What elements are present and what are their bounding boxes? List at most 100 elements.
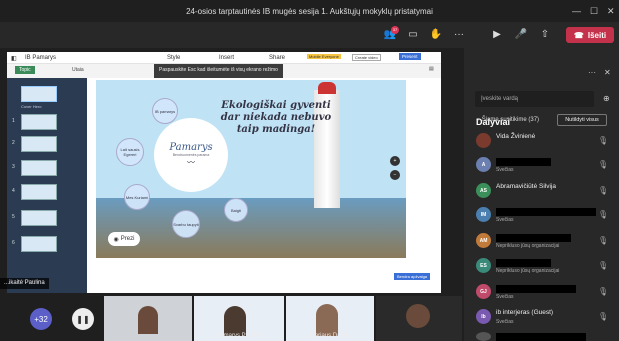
- leave-label: Išeiti: [587, 30, 607, 40]
- fullscreen-banner: Paspauskite Esc kad išeitumėte iš visų e…: [154, 64, 283, 78]
- raise-hand-icon[interactable]: ✋: [429, 29, 443, 41]
- zoom-in-icon[interactable]: +: [390, 156, 400, 166]
- more-icon[interactable]: ···: [588, 68, 596, 77]
- redacted-name: [496, 333, 586, 341]
- overview-button[interactable]: Bendra apžvalga: [394, 273, 431, 280]
- person-silhouette: [138, 306, 158, 334]
- participant-row[interactable]: ES Neprikluso jūsų organizacijai 🎙: [476, 258, 609, 278]
- slide-thumbnails: Cover Hero 1 2 3 4 5 6 Math Settings: [7, 78, 87, 293]
- slide-thumbnail[interactable]: [21, 136, 57, 152]
- share-screen-icon[interactable]: ⇧: [538, 29, 552, 41]
- prezi-icon: ◉: [113, 236, 119, 243]
- yellow-button[interactable]: Mobile Everyone: [307, 54, 341, 59]
- avatar: ES: [476, 258, 491, 273]
- thumb-number: 2: [12, 140, 15, 146]
- present-button[interactable]: Present: [399, 53, 421, 60]
- participants-badge: 37: [391, 26, 399, 34]
- close-icon[interactable]: ✕: [607, 0, 615, 22]
- thumb-number: 3: [12, 164, 15, 170]
- speaker-name-tag: ...ikaitė Paulina: [0, 278, 49, 289]
- slide-thumbnail[interactable]: [21, 160, 57, 176]
- more-participants-button[interactable]: +32: [30, 308, 52, 330]
- tab-style[interactable]: Style: [167, 55, 180, 61]
- participant-row[interactable]: AS Abramavičiūtė Silvija 🎙: [476, 183, 609, 203]
- minimize-icon[interactable]: —: [572, 0, 581, 22]
- mute-all-button[interactable]: Nutildyti visus: [557, 114, 607, 126]
- slide-thumbnail[interactable]: [21, 184, 57, 200]
- mic-off-icon[interactable]: 🎤: [514, 29, 528, 41]
- sub-label: Utaia: [72, 67, 84, 73]
- avatar: A: [476, 157, 491, 172]
- pause-icon[interactable]: ❚❚: [72, 308, 94, 330]
- avatar: GJ: [476, 284, 491, 299]
- mic-off-icon: 🎙: [598, 186, 609, 195]
- chat-icon[interactable]: ▭: [406, 29, 420, 41]
- tab-insert[interactable]: Insert: [219, 55, 234, 61]
- mic-off-icon: 🎙: [598, 210, 609, 219]
- participant-row[interactable]: AM Neprikluso jūsų organizacijai 🎙: [476, 233, 608, 253]
- participant-row[interactable]: GJ Svečias 🎙: [476, 284, 609, 304]
- avatar: IM: [476, 207, 491, 222]
- topic-circle[interactable]: IB pamarys: [152, 98, 178, 124]
- zoom-out-icon[interactable]: −: [390, 170, 400, 180]
- leave-button[interactable]: ☎ Išeiti: [566, 27, 614, 43]
- avatar: Ib: [476, 309, 491, 324]
- video-tile[interactable]: Pamarys Paulina: [194, 296, 284, 341]
- thumb-number: 1: [12, 118, 15, 124]
- topic-circle[interactable]: Svarbu taupyti: [172, 210, 200, 238]
- prezi-logo-icon: ◧: [11, 56, 17, 62]
- close-panel-icon[interactable]: ✕: [604, 68, 611, 77]
- slide-thumbnail[interactable]: [21, 236, 57, 252]
- participant-row[interactable]: Ib ib interjeras (Guest) Svečias 🎙: [476, 309, 609, 329]
- tab-share[interactable]: Share: [269, 55, 285, 61]
- avatar: AS: [476, 183, 491, 198]
- prezi-doc-title: IB Pamarys: [25, 55, 57, 61]
- create-video-button[interactable]: Create video: [352, 54, 381, 61]
- avatar: AM: [476, 233, 491, 248]
- participant-row[interactable]: [476, 332, 606, 341]
- video-tile[interactable]: Mariaus Darius: [286, 296, 374, 341]
- prezi-top-bar: ◧ IB Pamarys Style Insert Share Mobile E…: [7, 52, 441, 64]
- chevron-down-icon: ⌄: [475, 117, 481, 123]
- window-title-bar: 24-osios tarptautinės IB mugės sesija 1.…: [0, 0, 619, 22]
- prezi-brand: ◉ Prezi: [108, 232, 140, 246]
- lighthouse-top: [318, 82, 336, 94]
- camera-icon[interactable]: ▶: [490, 29, 504, 41]
- slide-canvas: Pamarys Bendruomenės parama 〰 Ekologiška…: [96, 80, 406, 258]
- slide-thumbnail[interactable]: [21, 86, 57, 102]
- redacted-name: [496, 208, 596, 216]
- avatar: [476, 133, 491, 148]
- participant-row[interactable]: IM Svečias 🎙: [476, 207, 609, 227]
- thumb-label: Cover Hero: [21, 104, 42, 109]
- video-tile[interactable]: [376, 296, 462, 341]
- shared-screen: ◧ IB Pamarys Style Insert Share Mobile E…: [7, 52, 441, 293]
- phone-icon: ☎: [573, 30, 584, 40]
- section-label[interactable]: ⌄ Šiame susitikime (37): [475, 116, 539, 123]
- redacted-name: [496, 285, 576, 293]
- topic-circle[interactable]: Mes Kuriami: [124, 184, 150, 210]
- topic-button[interactable]: Topic: [15, 66, 35, 74]
- participant-search-input[interactable]: Įveskite vardą: [475, 91, 594, 107]
- topic-circle[interactable]: Baigti: [224, 198, 248, 222]
- participant-row[interactable]: Vida Žvinienė 🎙: [476, 133, 608, 153]
- participant-row[interactable]: A Svečias 🎙: [476, 157, 609, 177]
- settings-icon[interactable]: ▤: [429, 66, 434, 72]
- slide-thumbnail[interactable]: [21, 210, 57, 226]
- prezi-bottom-row: Bendra apžvalga: [96, 258, 441, 293]
- redacted-name: [496, 234, 571, 242]
- mic-off-icon: 🎙: [598, 261, 609, 270]
- person-avatar: [406, 304, 430, 328]
- mic-off-icon: 🎙: [598, 312, 609, 321]
- slide-thumbnail[interactable]: [21, 114, 57, 130]
- video-tile[interactable]: [104, 296, 192, 341]
- mic-off-icon: 🎙: [598, 160, 609, 169]
- more-options-icon[interactable]: ···: [452, 29, 466, 41]
- mic-off-icon: 🎙: [598, 287, 609, 296]
- share-invite-icon[interactable]: ⊕: [603, 94, 610, 103]
- window-title: 24-osios tarptautinės IB mugės sesija 1.…: [186, 6, 433, 16]
- prezi-sub-bar: Topic Utaia Paspauskite Esc kad išeitumė…: [7, 64, 441, 78]
- topic-circle[interactable]: Lait sausis Egereri: [116, 138, 144, 166]
- birds-icon: 〰: [187, 158, 195, 167]
- redacted-name: [496, 158, 551, 166]
- maximize-icon[interactable]: ☐: [590, 0, 598, 22]
